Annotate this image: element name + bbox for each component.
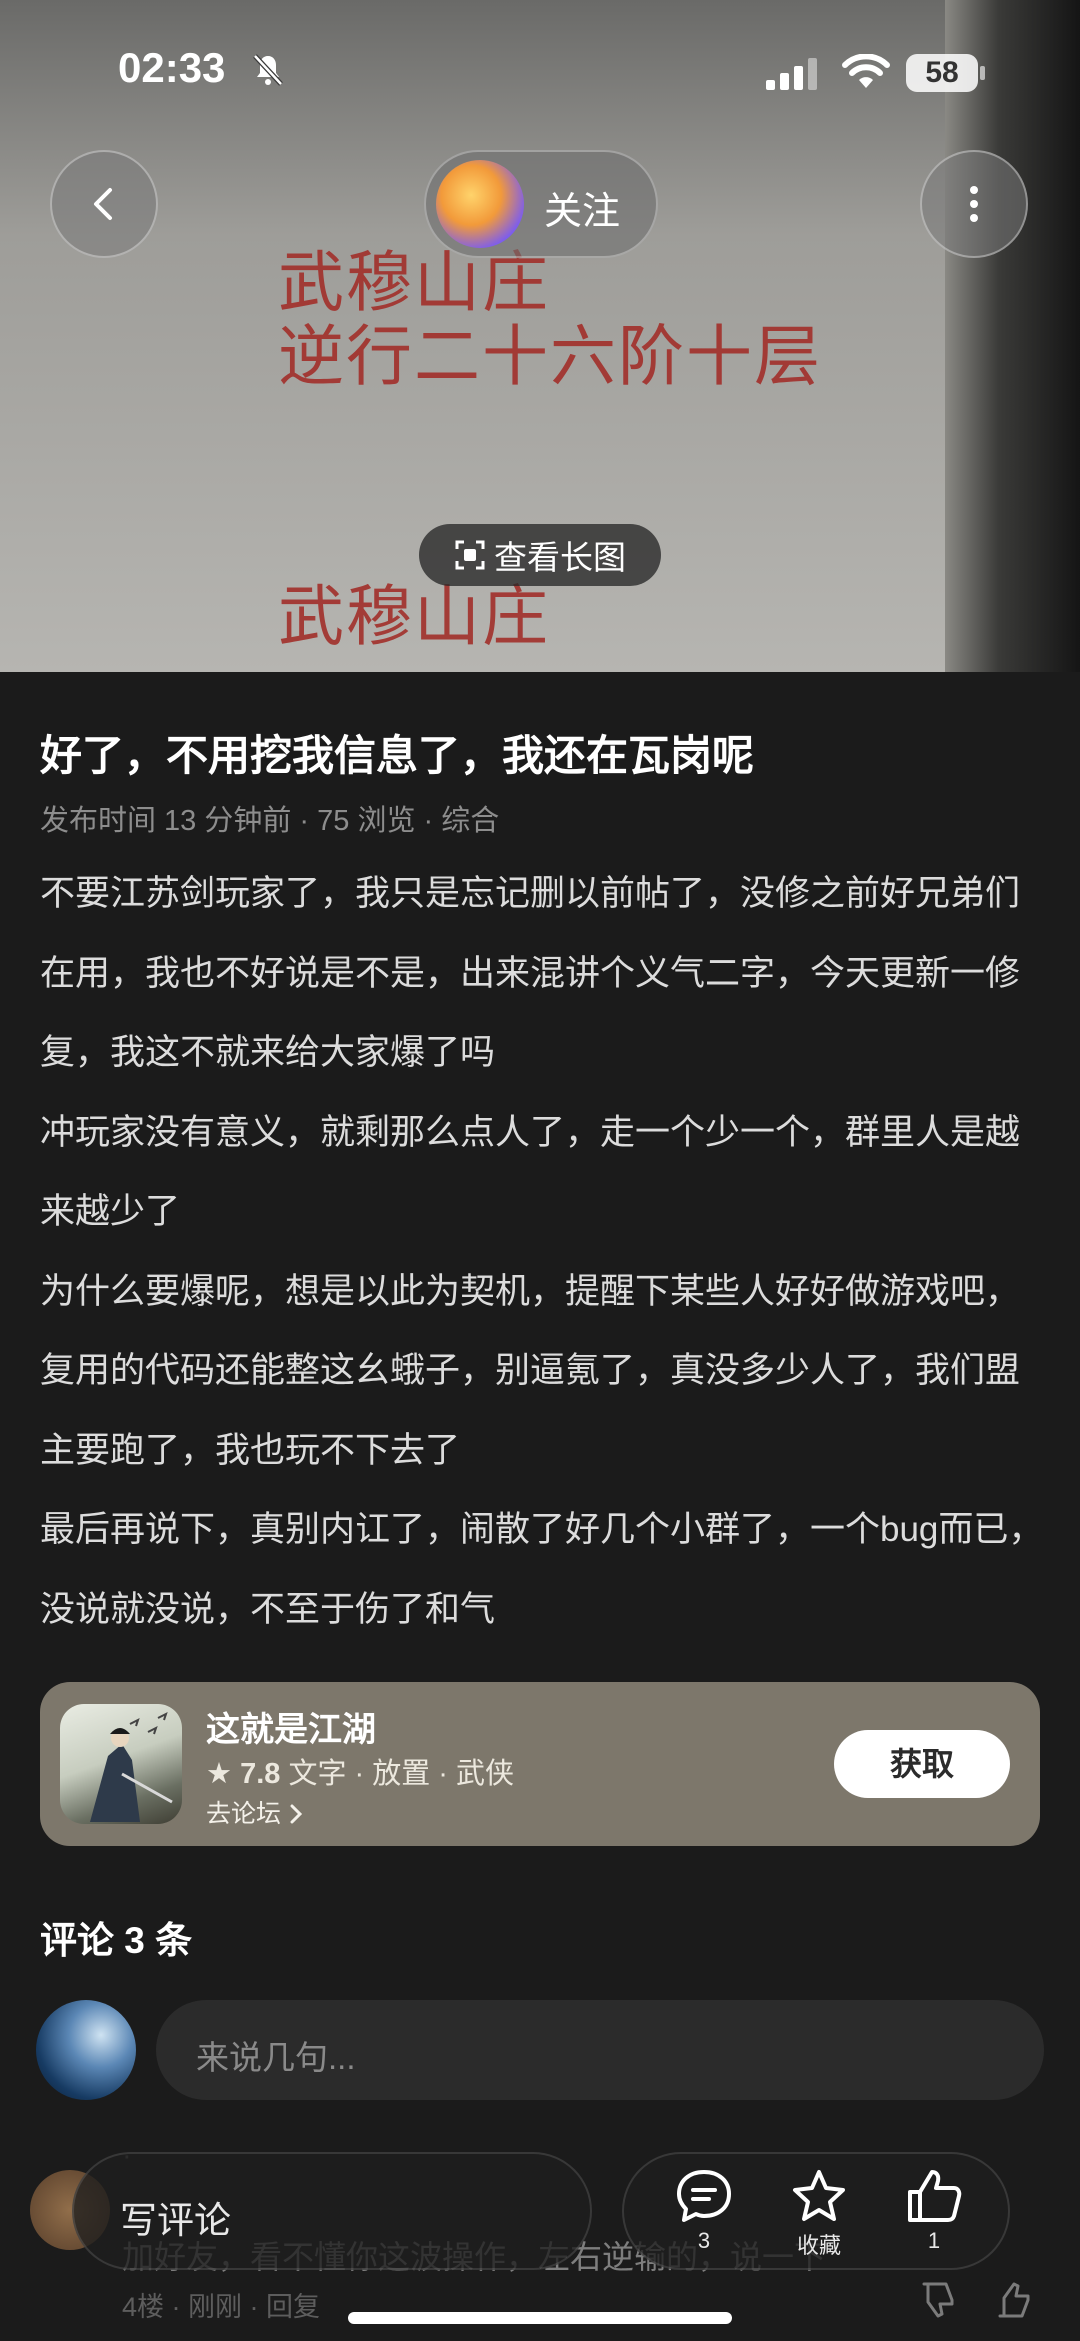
image-text-line: 武穆山庄 bbox=[278, 578, 550, 655]
comment-count: 3 bbox=[697, 2228, 711, 2253]
follow-button[interactable]: 关注 bbox=[424, 150, 658, 258]
comment-input-placeholder: 来说几句... bbox=[196, 2039, 356, 2076]
post-paragraph: 为什么要爆呢，想是以此为契机，提醒下某些人好好做游戏吧，复用的代码还能整这幺蛾子… bbox=[40, 1271, 1021, 1470]
comments-header: 评论 3 条 bbox=[40, 1920, 193, 1961]
follow-label: 关注 bbox=[544, 191, 621, 233]
write-comment-label: 写评论 bbox=[120, 2200, 231, 2241]
comments-button[interactable]: 3 bbox=[664, 2168, 744, 2264]
thumbs-down-icon[interactable] bbox=[918, 2278, 962, 2322]
favorite-label: 收藏 bbox=[796, 2233, 841, 2258]
thumbs-up-outline-icon bbox=[908, 2170, 962, 2222]
view-long-image-button[interactable]: 查看长图 bbox=[419, 524, 661, 586]
more-vertical-icon bbox=[970, 186, 978, 222]
scan-frame-icon bbox=[455, 540, 485, 570]
mute-bell-icon bbox=[253, 54, 283, 86]
post-meta: 发布时间 13 分钟前 · 75 浏览 · 综合 bbox=[40, 805, 500, 837]
battery-indicator: 58 bbox=[906, 54, 978, 92]
game-card[interactable]: 这就是江湖 ★ 7.8 文字 · 放置 · 武侠 去论坛 获取 bbox=[40, 1682, 1040, 1846]
image-text-line: 武穆山庄 bbox=[278, 244, 550, 321]
forum-link[interactable]: 去论坛 bbox=[206, 1794, 304, 1830]
wifi-icon bbox=[842, 54, 890, 88]
back-button[interactable] bbox=[50, 150, 158, 258]
author-avatar[interactable] bbox=[436, 160, 524, 248]
game-name: 这就是江湖 bbox=[206, 1711, 376, 1749]
game-tags-text: 文字 · 放置 · 武侠 bbox=[288, 1758, 514, 1790]
like-count: 1 bbox=[927, 2228, 941, 2253]
post-title: 好了，不用挖我信息了，我还在瓦岗呢 bbox=[40, 732, 755, 779]
favorite-button[interactable]: 收藏 bbox=[779, 2168, 859, 2264]
post-paragraph: 冲玩家没有意义，就剩那么点人了，走一个少一个，群里人是越来越少了 bbox=[40, 1112, 1021, 1232]
forum-link-label: 去论坛 bbox=[206, 1800, 282, 1828]
chevron-right-icon bbox=[290, 1804, 303, 1824]
cellular-signal-icon bbox=[766, 58, 817, 90]
action-bar: 3 收藏 1 bbox=[622, 2152, 1010, 2270]
battery-tip bbox=[980, 66, 985, 80]
chevron-left-icon bbox=[94, 188, 112, 220]
status-time: 02:33 bbox=[118, 44, 226, 91]
home-indicator[interactable] bbox=[348, 2312, 732, 2324]
get-game-button[interactable]: 获取 bbox=[834, 1730, 1010, 1798]
status-bar: 02:33 58 bbox=[0, 0, 1080, 140]
post-paragraph: 不要江苏剑玩家了，我只是忘记删以前帖了，没修之前好兄弟们在用，我也不好说是不是，… bbox=[40, 874, 1021, 1072]
comment-meta: 4楼 · 刚刚 · 回复 bbox=[122, 2292, 321, 2322]
post-body: 不要江苏剑玩家了，我只是忘记删以前帖了，没修之前好兄弟们在用，我也不好说是不是，… bbox=[40, 854, 1046, 1649]
view-long-image-label: 查看长图 bbox=[494, 539, 626, 576]
comment-bubble-icon bbox=[677, 2170, 731, 2222]
comment-input[interactable]: 来说几句... bbox=[156, 2000, 1044, 2100]
more-options-button[interactable] bbox=[920, 150, 1028, 258]
game-rating: 7.8 bbox=[240, 1758, 281, 1790]
user-avatar bbox=[36, 2000, 136, 2100]
image-text-line: 逆行二十六阶十层 bbox=[278, 318, 822, 395]
game-info: ★ 7.8 文字 · 放置 · 武侠 bbox=[206, 1750, 514, 1792]
star-outline-icon bbox=[793, 2170, 845, 2221]
like-button[interactable]: 1 bbox=[894, 2168, 974, 2264]
thumbs-up-icon[interactable] bbox=[994, 2278, 1038, 2322]
game-icon bbox=[60, 1704, 182, 1824]
write-comment-button[interactable]: 写评论 bbox=[72, 2152, 592, 2270]
star-icon: ★ bbox=[206, 1758, 232, 1790]
post-paragraph: 最后再说下，真别内讧了，闹散了好几个小群了，一个bug而已，没说就没说，不至于伤… bbox=[40, 1510, 1044, 1629]
